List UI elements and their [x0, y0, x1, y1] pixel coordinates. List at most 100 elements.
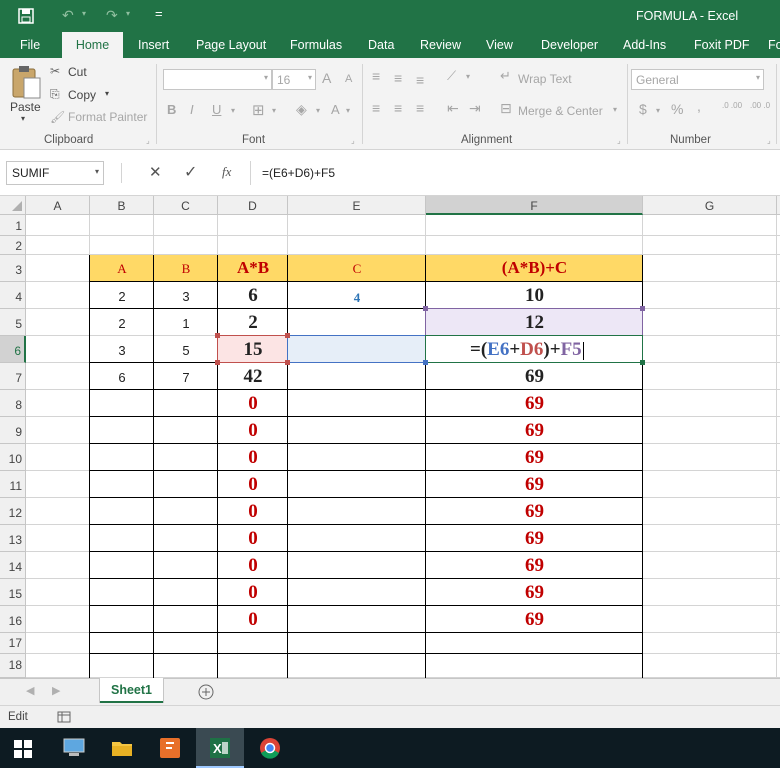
cell-f11[interactable]: 69 — [426, 474, 643, 496]
copy-icon[interactable]: ⎘ — [50, 87, 60, 102]
decrease-decimal-button[interactable]: .00 .0 — [750, 102, 770, 110]
redo-dropdown-icon[interactable]: ▾ — [126, 9, 130, 18]
increase-indent-icon[interactable]: ⇥ — [469, 100, 481, 117]
reference-handle[interactable] — [215, 360, 220, 365]
worksheet-grid[interactable]: A B C D E F G 1 2 3 4 5 6 7 8 9 10 11 12… — [0, 196, 780, 678]
row-header-5[interactable]: 5 — [0, 309, 26, 336]
save-icon[interactable] — [18, 8, 34, 24]
scroll-sheets-right-icon[interactable]: ▶ — [52, 684, 60, 697]
row-header-16[interactable]: 16 — [0, 606, 26, 633]
format-painter-icon[interactable]: 🖌 — [50, 110, 65, 124]
cell-d10[interactable]: 0 — [218, 447, 288, 469]
cell-b4[interactable]: 2 — [90, 289, 154, 304]
row-header-14[interactable]: 14 — [0, 552, 26, 579]
cell-f8[interactable]: 69 — [426, 393, 643, 415]
cell-f4[interactable]: 10 — [426, 285, 643, 307]
reference-handle[interactable] — [640, 306, 645, 311]
bold-button[interactable]: B — [167, 102, 176, 117]
column-header-a[interactable]: A — [26, 196, 90, 215]
row-header-4[interactable]: 4 — [0, 282, 26, 309]
row-header-17[interactable]: 17 — [0, 633, 26, 654]
orientation-dropdown-icon[interactable]: ▾ — [466, 72, 470, 81]
cell-f14[interactable]: 69 — [426, 555, 643, 577]
cancel-icon[interactable]: ✕ — [149, 163, 162, 181]
name-box-dropdown-icon[interactable]: ▾ — [95, 167, 99, 176]
tab-review[interactable]: Review — [420, 38, 461, 52]
customize-qat-icon[interactable]: = — [155, 6, 163, 21]
number-format-dropdown-icon[interactable]: ▾ — [756, 73, 760, 82]
align-right-icon[interactable]: ≡ — [416, 100, 424, 116]
cell-f15[interactable]: 69 — [426, 582, 643, 604]
merge-center-button[interactable]: Merge & Center — [518, 104, 603, 118]
font-color-icon[interactable]: A — [331, 102, 340, 117]
cell-d3[interactable]: A*B — [218, 258, 288, 278]
cell-b7[interactable]: 6 — [90, 370, 154, 385]
row-header-10[interactable]: 10 — [0, 444, 26, 471]
row-header-12[interactable]: 12 — [0, 498, 26, 525]
taskbar-computer[interactable] — [50, 728, 98, 768]
cell-d4[interactable]: 6 — [218, 285, 288, 307]
tab-developer[interactable]: Developer — [541, 38, 598, 52]
cell-b3[interactable]: A — [90, 261, 154, 277]
cell-c3[interactable]: B — [154, 261, 218, 277]
taskbar-foxit[interactable] — [146, 728, 194, 768]
windows-start-icon[interactable] — [14, 740, 32, 758]
cell-c7[interactable]: 7 — [154, 370, 218, 385]
cut-icon[interactable]: ✂ — [50, 64, 60, 78]
cell-d7[interactable]: 42 — [218, 366, 288, 388]
taskbar-file-explorer[interactable] — [98, 728, 146, 768]
font-name-box[interactable]: ▾ — [163, 69, 272, 90]
redo-icon[interactable]: ↷ — [106, 7, 118, 24]
row-header-13[interactable]: 13 — [0, 525, 26, 552]
shrink-font-icon[interactable]: A — [345, 73, 352, 85]
undo-dropdown-icon[interactable]: ▾ — [82, 9, 86, 18]
paste-label[interactable]: Paste — [10, 100, 41, 114]
cell-f9[interactable]: 69 — [426, 420, 643, 442]
scroll-sheets-left-icon[interactable]: ◀ — [26, 684, 34, 697]
reference-handle[interactable] — [285, 360, 290, 365]
fill-handle[interactable] — [640, 360, 645, 365]
increase-decimal-button[interactable]: .0 .00 — [722, 102, 742, 110]
currency-button[interactable]: $ — [639, 101, 647, 117]
font-size-dropdown-icon[interactable]: ▾ — [308, 73, 312, 82]
name-box[interactable]: SUMIF ▾ — [6, 161, 104, 185]
reference-handle[interactable] — [423, 360, 428, 365]
tab-more[interactable]: Fo — [768, 38, 780, 52]
cell-c5[interactable]: 1 — [154, 316, 218, 331]
row-header-3[interactable]: 3 — [0, 255, 26, 282]
cell-c6[interactable]: 5 — [154, 343, 218, 358]
italic-button[interactable]: I — [190, 102, 194, 117]
tab-home[interactable]: Home — [62, 32, 123, 59]
align-center-icon[interactable]: ≡ — [394, 100, 402, 116]
cell-d15[interactable]: 0 — [218, 582, 288, 604]
tab-page-layout[interactable]: Page Layout — [196, 38, 266, 52]
cell-d5[interactable]: 2 — [218, 312, 288, 334]
row-header-2[interactable]: 2 — [0, 236, 26, 255]
borders-dropdown-icon[interactable]: ▾ — [272, 106, 276, 115]
number-format-box[interactable]: General ▾ — [631, 69, 764, 90]
tab-insert[interactable]: Insert — [138, 38, 169, 52]
tab-formulas[interactable]: Formulas — [290, 38, 342, 52]
enter-icon[interactable]: ✓ — [184, 162, 197, 182]
cell-f12[interactable]: 69 — [426, 501, 643, 523]
cell-e4[interactable]: 4 — [288, 290, 426, 306]
fill-color-icon[interactable]: ◈ — [296, 101, 307, 118]
cell-b5[interactable]: 2 — [90, 316, 154, 331]
formula-input[interactable]: =(E6+D6)+F5 — [250, 161, 780, 185]
align-left-icon[interactable]: ≡ — [372, 100, 380, 116]
cell-b6[interactable]: 3 — [90, 343, 154, 358]
cell-d14[interactable]: 0 — [218, 555, 288, 577]
column-header-e[interactable]: E — [288, 196, 426, 215]
orientation-icon[interactable]: ⟋ — [447, 68, 456, 84]
reference-handle[interactable] — [423, 306, 428, 311]
align-middle-icon[interactable]: ≡ — [394, 70, 402, 86]
insert-function-icon[interactable]: fx — [222, 164, 231, 180]
cell-d13[interactable]: 0 — [218, 528, 288, 550]
taskbar-excel[interactable]: X — [196, 728, 244, 768]
row-header-9[interactable]: 9 — [0, 417, 26, 444]
column-header-c[interactable]: C — [154, 196, 218, 215]
tab-view[interactable]: View — [486, 38, 513, 52]
number-launcher-icon[interactable]: ⌟ — [767, 136, 771, 145]
macro-record-icon[interactable] — [57, 711, 71, 723]
row-header-7[interactable]: 7 — [0, 363, 26, 390]
